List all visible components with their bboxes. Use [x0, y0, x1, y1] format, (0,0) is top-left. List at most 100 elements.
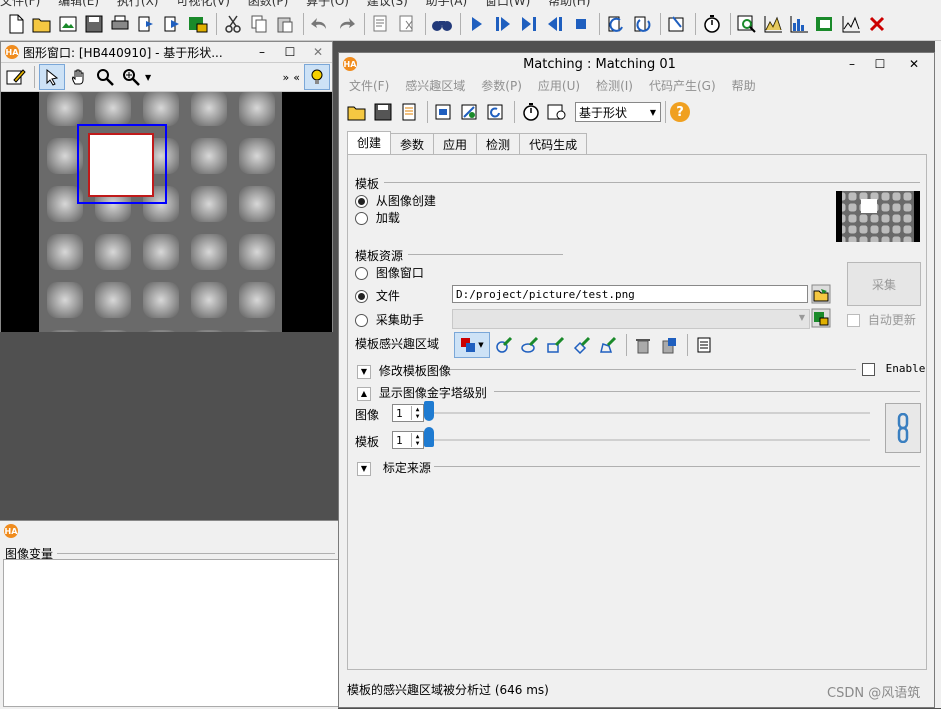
acq-assistant-icon[interactable] [811, 308, 831, 331]
pyramid-image-slider-handle[interactable] [424, 401, 434, 421]
step-out-icon[interactable] [543, 12, 567, 36]
enable-checkbox[interactable]: Enable [862, 362, 925, 376]
draw-rotated-rect-icon[interactable] [570, 333, 594, 357]
modify-image-expander[interactable]: ▼ 修改模板图像 [357, 362, 451, 379]
step-into-icon[interactable] [517, 12, 541, 36]
hand-pan-icon[interactable] [67, 65, 91, 89]
pyramid-expander[interactable]: ▲ 显示图像金字塔级别 [357, 384, 487, 401]
print-icon[interactable] [108, 12, 132, 36]
menu-item-operators[interactable]: 算子(O) [306, 0, 349, 8]
draw-circle-icon[interactable] [492, 333, 516, 357]
radio-image-window[interactable]: 图像窗口 [355, 264, 424, 281]
menu-item-file[interactable]: 文件(F) [0, 0, 40, 8]
load-image-icon[interactable] [432, 100, 456, 124]
menu-item-procedures[interactable]: 函数(P) [248, 0, 289, 8]
expand-toggle-icon[interactable]: ▼ [357, 461, 371, 476]
expand-toggle-icon[interactable]: ▼ [357, 364, 371, 379]
browse-file-icon[interactable] [811, 284, 831, 307]
menu-item-assistants[interactable]: 助手(A) [426, 0, 468, 8]
radio-load[interactable]: 加载 [355, 209, 400, 226]
open-folder-icon[interactable] [345, 100, 369, 124]
close-button[interactable]: ✕ [304, 45, 332, 59]
feature-histogram-icon[interactable] [787, 12, 811, 36]
draw-polygon-icon[interactable] [596, 333, 620, 357]
acquire-image-icon[interactable] [458, 100, 482, 124]
collapse-toolbar-icon[interactable]: « [293, 71, 300, 84]
radio-button[interactable] [355, 314, 368, 327]
file-path-input[interactable]: D:/project/picture/test.png [452, 285, 808, 303]
dialog-maximize-button[interactable]: ☐ [866, 57, 894, 71]
delete-all-roi-icon[interactable] [657, 333, 681, 357]
delete-roi-icon[interactable] [631, 333, 655, 357]
zoom-in-icon[interactable] [119, 65, 143, 89]
link-sliders-button[interactable] [885, 403, 921, 453]
copy-icon[interactable] [247, 12, 271, 36]
checkbox[interactable] [862, 362, 875, 376]
radio-create-from-image[interactable]: 从图像创建 [355, 192, 436, 209]
menu-item-edit[interactable]: 编辑(E) [58, 0, 99, 8]
refresh-image-icon[interactable] [484, 100, 508, 124]
feature-inspection-icon[interactable] [813, 12, 837, 36]
step-over-icon[interactable] [491, 12, 515, 36]
minimize-button[interactable]: – [248, 45, 276, 59]
checkbox[interactable] [847, 314, 860, 327]
radio-acq-assistant[interactable]: 采集助手 [355, 311, 424, 328]
collapse-toggle-icon[interactable]: ▲ [357, 386, 371, 401]
radio-file[interactable]: 文件 [355, 287, 400, 304]
tab-apply[interactable]: 应用 [433, 133, 478, 156]
radio-button[interactable] [355, 290, 368, 303]
menu-item-suggestions[interactable]: 建议(S) [367, 0, 408, 8]
maximize-button[interactable]: ☐ [276, 45, 304, 59]
dialog-menu-help[interactable]: 帮助 [732, 77, 756, 94]
find-icon[interactable] [430, 12, 454, 36]
tab-create[interactable]: 创建 [347, 131, 392, 156]
settings-table-icon[interactable] [545, 100, 569, 124]
pyramid-model-spinner[interactable]: 1 ▲ ▼ [392, 431, 424, 449]
tab-codegen[interactable]: 代码生成 [519, 133, 588, 156]
variable-inspect-icon[interactable] [665, 12, 689, 36]
tab-params[interactable]: 参数 [390, 133, 435, 156]
pyramid-model-slider-handle[interactable] [424, 427, 434, 447]
reset-program-icon[interactable] [604, 12, 628, 36]
image-acquisition-icon[interactable] [186, 12, 210, 36]
new-file-icon[interactable] [4, 12, 28, 36]
zoom-dropdown-icon[interactable]: ▼ [145, 73, 151, 82]
roi-list-icon[interactable] [692, 333, 716, 357]
tab-inspect[interactable]: 检测 [476, 133, 521, 156]
method-select[interactable]: 基于形状 ▼ [575, 102, 661, 122]
dialog-close-button[interactable]: ✕ [894, 57, 934, 71]
magnifier-icon[interactable] [93, 65, 117, 89]
pyramid-model-slider-track[interactable] [428, 439, 870, 441]
reset-all-icon[interactable] [630, 12, 654, 36]
dialog-menu-file[interactable]: 文件(F) [349, 77, 389, 94]
save-icon[interactable] [371, 100, 395, 124]
radio-button[interactable] [355, 267, 368, 280]
pen-icon[interactable] [4, 65, 28, 89]
export-icon[interactable] [134, 12, 158, 36]
save-icon[interactable] [82, 12, 106, 36]
spinner-arrows-icon[interactable]: ▲ ▼ [411, 433, 423, 447]
lightbulb-icon[interactable] [304, 64, 330, 90]
gray-histogram-icon[interactable] [761, 12, 785, 36]
zoom-window-icon[interactable] [735, 12, 759, 36]
close-all-windows-icon[interactable] [865, 12, 889, 36]
run-icon[interactable] [465, 12, 489, 36]
radio-button[interactable] [355, 212, 368, 225]
insert-code-icon[interactable] [397, 100, 421, 124]
help-icon[interactable]: ? [670, 102, 690, 122]
undo-icon[interactable] [308, 12, 332, 36]
auto-update-checkbox[interactable]: 自动更新 [847, 311, 916, 328]
graphics-canvas[interactable] [1, 92, 332, 332]
paste-icon[interactable] [273, 12, 297, 36]
calibration-expander[interactable]: ▼ 标定来源 [357, 459, 431, 476]
dialog-menu-inspect[interactable]: 检测(I) [596, 77, 633, 94]
spinner-arrows-icon[interactable]: ▲ ▼ [411, 406, 423, 420]
menu-item-execute[interactable]: 执行(X) [117, 0, 159, 8]
radio-button[interactable] [355, 195, 368, 208]
acquire-button[interactable]: 采集 [847, 262, 921, 306]
dialog-menu-params[interactable]: 参数(P) [481, 77, 522, 94]
line-profile-icon[interactable] [839, 12, 863, 36]
menu-item-help[interactable]: 帮助(H) [548, 0, 590, 8]
draw-ellipse-icon[interactable] [518, 333, 542, 357]
dialog-menu-codegen[interactable]: 代码产生(G) [649, 77, 716, 94]
